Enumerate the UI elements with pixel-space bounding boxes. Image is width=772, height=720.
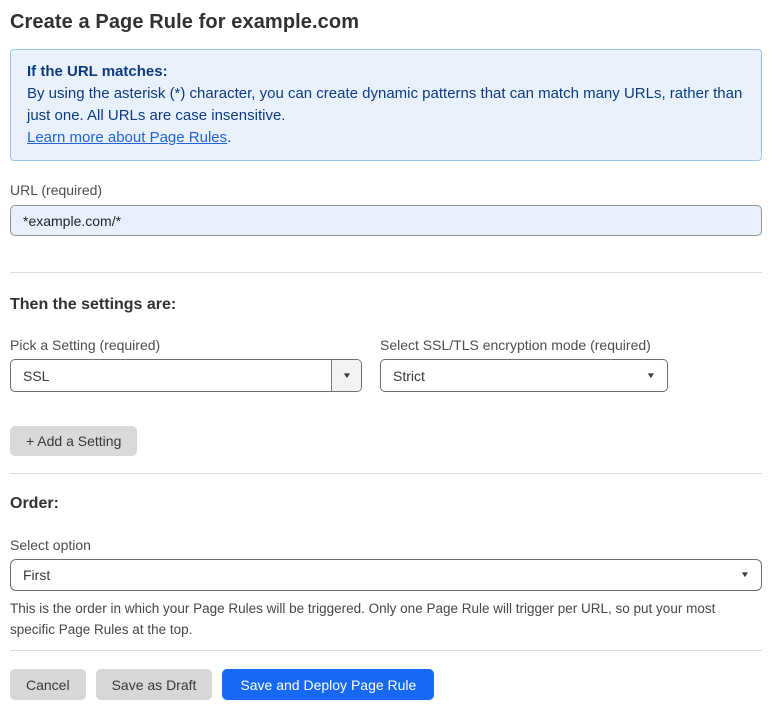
setting-picker-column: Pick a Setting (required) SSL ▼ — [10, 337, 362, 392]
footer-actions: Cancel Save as Draft Save and Deploy Pag… — [10, 669, 762, 700]
ssl-mode-select[interactable]: Strict ▼ — [380, 359, 668, 392]
setting-picker-value: SSL — [23, 367, 50, 384]
cancel-button[interactable]: Cancel — [10, 669, 86, 700]
chevron-down-icon: ▼ — [739, 570, 751, 579]
order-select-label: Select option — [10, 537, 91, 553]
page-rule-form: Create a Page Rule for example.com If th… — [0, 9, 772, 700]
setting-picker-arrow-button[interactable]: ▼ — [331, 360, 361, 391]
ssl-mode-arrow: ▼ — [645, 370, 657, 380]
order-select-arrow: ▼ — [739, 570, 751, 579]
order-select-value: First — [23, 567, 51, 583]
setting-picker-label: Pick a Setting (required) — [10, 337, 161, 353]
chevron-down-icon: ▼ — [645, 370, 657, 380]
url-match-info-box: If the URL matches: By using the asteris… — [10, 49, 762, 161]
save-draft-button[interactable]: Save as Draft — [95, 669, 213, 700]
info-box-body: By using the asterisk (*) character, you… — [27, 85, 743, 124]
settings-row: Pick a Setting (required) SSL ▼ Select S… — [10, 337, 762, 392]
chevron-down-icon: ▼ — [341, 370, 352, 380]
divider — [10, 272, 762, 273]
order-section-heading: Order: — [10, 495, 59, 512]
settings-section-heading: Then the settings are: — [10, 296, 177, 313]
url-field-label: URL (required) — [10, 182, 103, 198]
learn-more-link[interactable]: Learn more about Page Rules — [27, 129, 227, 146]
page-title: Create a Page Rule for example.com — [10, 11, 360, 33]
info-box-link-line: Learn more about Page Rules. — [27, 127, 745, 149]
ssl-mode-label: Select SSL/TLS encryption mode (required… — [380, 337, 651, 353]
order-select[interactable]: First ▼ — [10, 559, 762, 591]
setting-picker-select[interactable]: SSL ▼ — [10, 359, 362, 392]
url-input[interactable] — [10, 205, 762, 236]
info-box-heading: If the URL matches: — [27, 63, 168, 80]
link-suffix: . — [227, 129, 232, 146]
ssl-mode-column: Select SSL/TLS encryption mode (required… — [380, 337, 668, 392]
divider — [10, 650, 762, 651]
ssl-mode-value: Strict — [393, 367, 425, 384]
save-deploy-button[interactable]: Save and Deploy Page Rule — [222, 669, 435, 700]
divider — [10, 473, 762, 474]
add-setting-button[interactable]: + Add a Setting — [10, 426, 138, 456]
order-help-text: This is the order in which your Page Rul… — [10, 601, 716, 637]
